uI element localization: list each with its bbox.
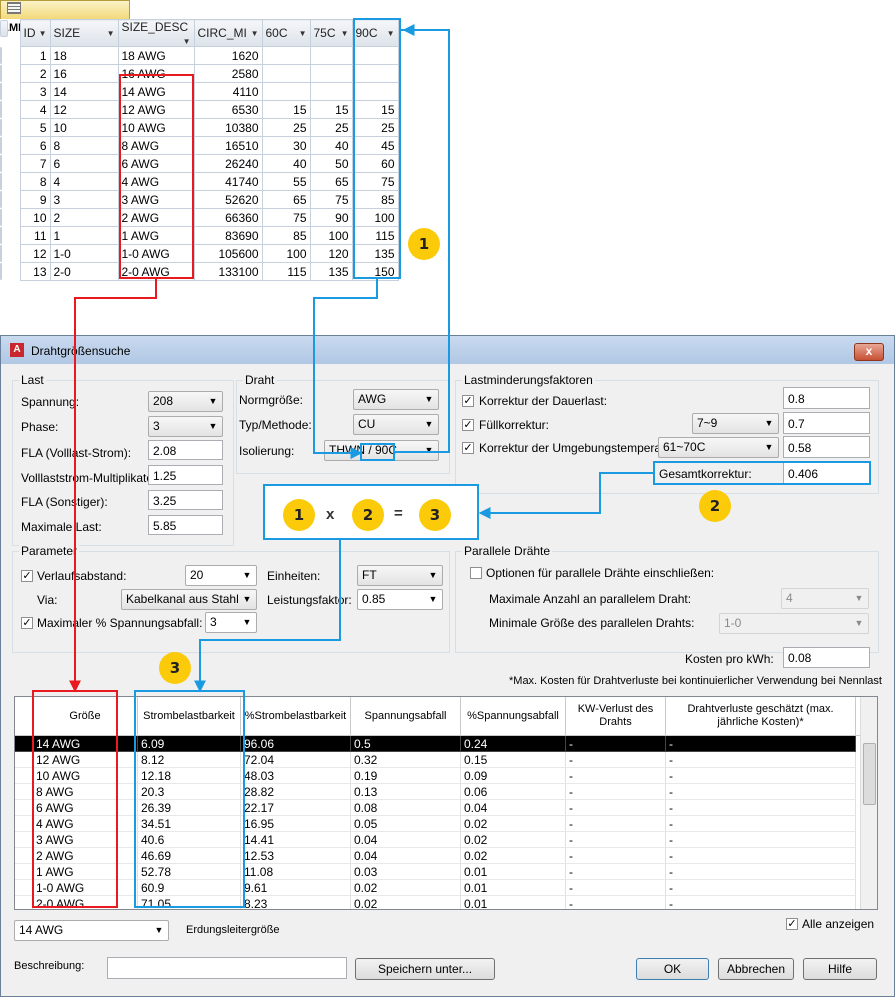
formula-badge-2: 2 (352, 499, 384, 531)
blue-highlight-gesamtkorrektur (653, 461, 871, 485)
blue-arrow-formula-to-strombelastbarkeit (194, 540, 341, 693)
blue-highlight-90c-column (353, 18, 401, 279)
blue-arrow-90c-to-isolierung (313, 279, 378, 459)
badge-1: 1 (408, 228, 440, 260)
formula-times: x (326, 506, 335, 523)
red-arrow-size-to-groesse (69, 279, 157, 693)
badge-3: 3 (159, 652, 191, 684)
blue-highlight-strombelastbarkeit-column (134, 690, 245, 908)
formula-badge-1: 1 (283, 499, 315, 531)
blue-highlight-90c-isolierung (360, 443, 395, 461)
blue-arrow-gesamt-to-formula (478, 472, 655, 519)
red-highlight-size-desc (119, 74, 194, 279)
formula-badge-3: 3 (419, 499, 451, 531)
red-highlight-groesse-column (32, 690, 118, 908)
badge-2: 2 (699, 490, 731, 522)
formula-equals: = (394, 505, 403, 522)
